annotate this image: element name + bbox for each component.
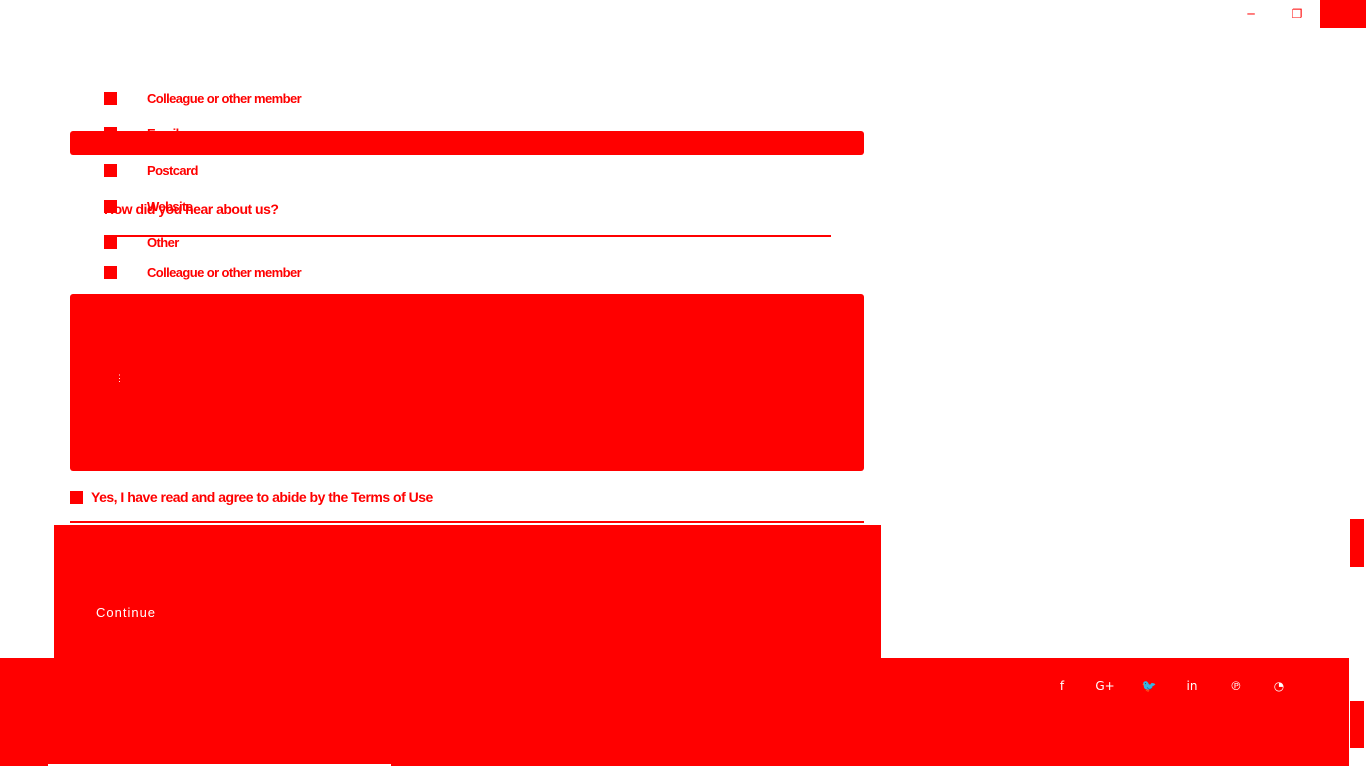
referral-option-label: Colleague or other member bbox=[147, 264, 302, 280]
terms-agreement[interactable]: Yes, I have read and agree to abide by t… bbox=[70, 489, 433, 505]
scroll-to-top-button[interactable] bbox=[1350, 701, 1364, 748]
checkbox-icon[interactable] bbox=[104, 235, 117, 249]
rss-icon[interactable]: ◔ bbox=[1269, 676, 1289, 696]
terms-checkbox[interactable] bbox=[70, 490, 83, 504]
footer bbox=[0, 658, 1349, 766]
referral-option-colleague-2[interactable]: Colleague or other member bbox=[104, 264, 302, 280]
referral-option-label: Colleague or other member bbox=[147, 90, 302, 106]
question-label: How did you hear about us? bbox=[104, 201, 279, 217]
restore-button[interactable]: ❐ bbox=[1284, 0, 1310, 28]
divider bbox=[70, 521, 864, 523]
google-plus-icon[interactable]: G+ bbox=[1095, 676, 1115, 696]
continue-button[interactable]: Continue bbox=[96, 605, 156, 620]
linkedin-icon[interactable]: in bbox=[1182, 676, 1202, 696]
select-header-bar[interactable] bbox=[70, 131, 864, 155]
checkbox-icon[interactable] bbox=[104, 265, 117, 279]
referral-option-label: Other bbox=[147, 234, 179, 250]
terms-label: Yes, I have read and agree to abide by t… bbox=[91, 489, 433, 505]
comments-textarea[interactable] bbox=[70, 294, 864, 471]
referral-option-other[interactable]: Other bbox=[104, 234, 179, 250]
checkbox-icon[interactable] bbox=[104, 163, 117, 177]
referral-option-colleague[interactable]: Colleague or other member bbox=[104, 90, 302, 106]
twitter-icon[interactable]: 🐦 bbox=[1139, 676, 1159, 696]
question-underline bbox=[104, 235, 831, 237]
close-button[interactable] bbox=[1320, 0, 1366, 28]
scrollbar-thumb[interactable] bbox=[1350, 519, 1364, 567]
referral-option-label: Postcard bbox=[147, 162, 198, 178]
facebook-icon[interactable]: f bbox=[1052, 676, 1072, 696]
submit-panel[interactable] bbox=[54, 525, 881, 675]
minimize-button[interactable]: ─ bbox=[1238, 0, 1264, 28]
checkbox-icon[interactable] bbox=[104, 91, 117, 105]
pinterest-icon[interactable]: ℗ bbox=[1226, 676, 1246, 696]
referral-option-postcard[interactable]: Postcard bbox=[104, 162, 198, 178]
resize-handle-icon[interactable]: ⋮ bbox=[115, 374, 124, 388]
footer-gap bbox=[48, 764, 391, 768]
